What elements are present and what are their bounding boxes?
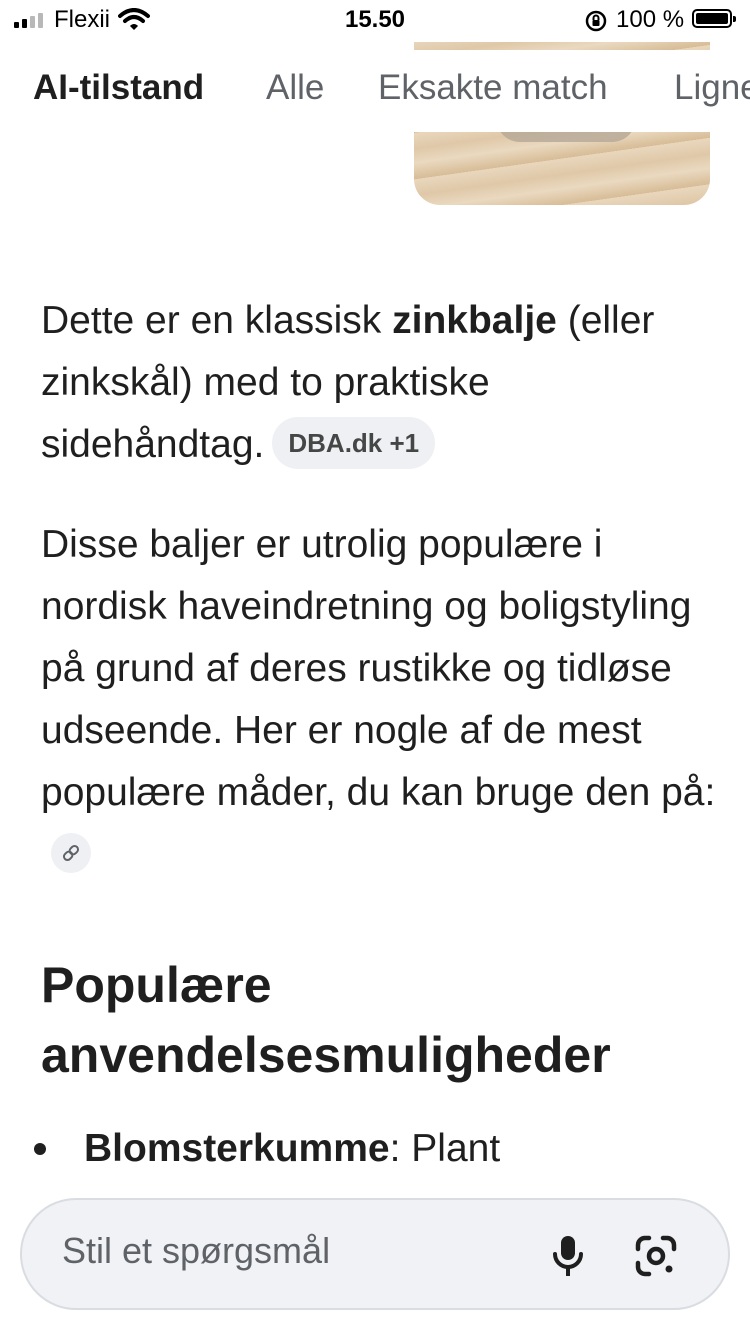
battery-icon	[692, 9, 736, 28]
bullet-bold-term: Blomsterkumme	[84, 1127, 390, 1170]
tab-exact-match[interactable]: Eksakte match	[378, 68, 608, 108]
bullet-dot	[34, 1142, 46, 1155]
source-chip[interactable]: DBA.dk +1	[272, 416, 436, 469]
uses-text: Disse baljer er utrolig populære i nordi…	[41, 523, 716, 814]
battery-percentage: 100 %	[616, 6, 685, 33]
tab-all[interactable]: Alle	[266, 68, 324, 108]
tab-ai-mode[interactable]: AI-tilstand	[33, 68, 204, 108]
status-bar: Flexii 15.50 100 %	[0, 0, 750, 42]
orientation-lock-icon	[585, 10, 607, 32]
tab-similar[interactable]: Ligne	[674, 68, 750, 108]
microphone-icon[interactable]	[548, 1234, 588, 1278]
intro-text-start: Dette er en klassisk	[41, 299, 393, 342]
ask-question-bar[interactable]: Stil et spørgsmål	[20, 1198, 730, 1310]
answer-paragraph-intro: Dette er en klassisk zinkbalje (eller zi…	[41, 290, 721, 476]
link-icon[interactable]	[51, 832, 91, 873]
bullet-text: : Plant	[389, 1127, 501, 1170]
google-lens-icon[interactable]	[634, 1234, 678, 1278]
intro-bold-term: zinkbalje	[392, 299, 557, 342]
search-mode-tabs: AI-tilstand Alle Eksakte match Ligne	[0, 50, 750, 132]
ask-input[interactable]: Stil et spørgsmål	[62, 1230, 330, 1272]
section-heading: Populære anvendelsesmuligheder	[41, 957, 611, 1083]
answer-paragraph-uses: Disse baljer er utrolig populære i nordi…	[41, 514, 721, 886]
